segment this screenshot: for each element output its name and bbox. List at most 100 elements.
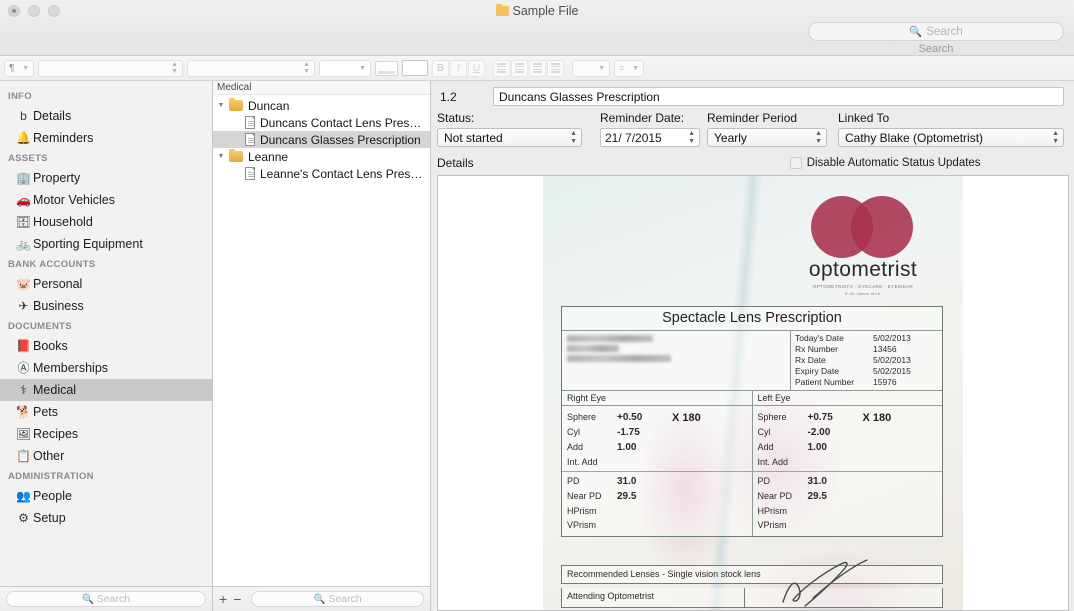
sidebar-item-reminders[interactable]: 🔔 Reminders bbox=[0, 127, 212, 149]
remove-item-button[interactable]: − bbox=[233, 592, 241, 606]
add-item-button[interactable]: + bbox=[219, 592, 227, 606]
logo-wordmark: optometrist bbox=[789, 258, 937, 282]
line-spacing-select[interactable]: ▼ bbox=[572, 60, 610, 77]
sidebar-item-label: Details bbox=[33, 109, 71, 123]
folder-icon bbox=[229, 151, 243, 162]
eye-measure-row: HPrism bbox=[758, 504, 943, 518]
reminder-period-select[interactable]: Yearly ▲ ▼ bbox=[707, 128, 827, 147]
stepper-icon: ▲ ▼ bbox=[688, 130, 695, 145]
right-eye-axis: X 180 bbox=[672, 412, 701, 424]
sidebar-item-other[interactable]: 📋 Other bbox=[0, 445, 212, 467]
sidebar-item-details[interactable]: ὜b Details bbox=[0, 105, 212, 127]
meta-key: Today's Date bbox=[795, 333, 873, 344]
reminder-period-label: Reminder Period bbox=[707, 111, 827, 125]
measure-key: Sphere bbox=[758, 410, 808, 424]
document-preview[interactable]: optometrist OPTOMETRISTS · EYECARE · EYE… bbox=[437, 175, 1069, 611]
sidebar-item-motor-vehicles[interactable]: 🚗 Motor Vehicles bbox=[0, 189, 212, 211]
eye-measure-row: Sphere +0.50 bbox=[567, 410, 752, 425]
sidebar-item-label: Personal bbox=[33, 277, 82, 291]
eye-table-divider bbox=[562, 471, 752, 472]
sidebar-item-personal[interactable]: 🐷 Personal bbox=[0, 273, 212, 295]
app-window: Sample File 🔍 Search Search ¶ ▼ ▲ ▼ ▲ ▼ ▼ bbox=[0, 0, 1074, 611]
text-color-swatch[interactable] bbox=[375, 61, 398, 76]
align-justify-button[interactable] bbox=[547, 60, 564, 77]
detail-panel: 1.2 Duncans Glasses Prescription Status:… bbox=[431, 81, 1074, 611]
document-icon bbox=[245, 167, 255, 180]
tree-file-row[interactable]: Leanne's Contact Lens Pres… bbox=[213, 165, 430, 182]
membership-card-icon: Ⓐ bbox=[14, 362, 33, 374]
sidebar-item-sporting-equipment[interactable]: 🚲 Sporting Equipment bbox=[0, 233, 212, 255]
measure-key: PD bbox=[567, 474, 617, 488]
sidebar-item-pets[interactable]: 🐕 Pets bbox=[0, 401, 212, 423]
prescription-title: Spectacle Lens Prescription bbox=[562, 307, 942, 331]
meta-key: Rx Date bbox=[795, 355, 873, 366]
sidebar-item-property[interactable]: 🏢 Property bbox=[0, 167, 212, 189]
measure-value: +0.50 bbox=[617, 411, 669, 425]
eye-measure-row: Near PD 29.5 bbox=[567, 489, 752, 504]
measure-key: Add bbox=[567, 440, 617, 454]
tree-search-placeholder: Search bbox=[328, 593, 361, 605]
sidebar-item-books[interactable]: 📕 Books bbox=[0, 335, 212, 357]
recipe-card-icon: 🖼 bbox=[14, 428, 33, 440]
document-icon: ὜b bbox=[14, 110, 33, 122]
disclosure-triangle-icon[interactable]: ▼ bbox=[213, 153, 229, 160]
disclosure-triangle-icon[interactable]: ▼ bbox=[213, 102, 229, 109]
sidebar-item-memberships[interactable]: Ⓐ Memberships bbox=[0, 357, 212, 379]
sidebar-group-header: ASSETS bbox=[0, 149, 212, 167]
tree-folder-row[interactable]: ▼ Duncan bbox=[213, 97, 430, 114]
reminder-date-input[interactable]: 21/ 7/2015 ▲ ▼ bbox=[600, 128, 700, 147]
measure-key: HPrism bbox=[567, 504, 617, 518]
search-placeholder: Search bbox=[926, 26, 962, 38]
linked-to-select[interactable]: Cathy Blake (Optometrist) ▲ ▼ bbox=[838, 128, 1064, 147]
search-input[interactable]: 🔍 Search bbox=[808, 22, 1064, 41]
underline-label: U bbox=[473, 63, 480, 74]
eye-measure-row: VPrism bbox=[567, 518, 752, 532]
sidebar-list: INFO ὜b Details 🔔 Reminders ASSETS 🏢 Property 🚗 M… bbox=[0, 81, 212, 586]
font-size-select[interactable]: ▼ bbox=[319, 60, 371, 77]
car-icon: 🚗 bbox=[14, 194, 33, 206]
version-label: 1.2 bbox=[437, 90, 493, 104]
bold-button[interactable]: B bbox=[432, 60, 449, 77]
align-center-button[interactable] bbox=[511, 60, 528, 77]
align-left-button[interactable] bbox=[493, 60, 510, 77]
sidebar-item-people[interactable]: 👥 People bbox=[0, 485, 212, 507]
prescription-meta-list: Today's Date 5/02/2013 Rx Number 13456 Rx Da… bbox=[790, 331, 942, 390]
left-eye-header: Left Eye bbox=[753, 391, 943, 406]
sidebar-search-input[interactable]: 🔍 Search bbox=[6, 591, 206, 607]
sidebar-item-household[interactable]: 🗄 Household bbox=[0, 211, 212, 233]
measure-value: 31.0 bbox=[617, 475, 669, 489]
sidebar-item-medical[interactable]: ⚕ Medical bbox=[0, 379, 212, 401]
sidebar-item-recipes[interactable]: 🖼 Recipes bbox=[0, 423, 212, 445]
search-icon: 🔍 bbox=[82, 594, 94, 605]
tree-file-row[interactable]: Duncans Contact Lens Pres… bbox=[213, 114, 430, 131]
status-select[interactable]: Not started ▲ ▼ bbox=[437, 128, 582, 147]
washing-machine-icon: 🗄 bbox=[14, 216, 33, 228]
font-style-select[interactable]: ▲ ▼ bbox=[187, 60, 315, 77]
font-family-select[interactable]: ▲ ▼ bbox=[38, 60, 183, 77]
briefcase-icon: ✈ bbox=[14, 300, 33, 312]
highlight-color-swatch[interactable] bbox=[402, 60, 428, 76]
underline-button[interactable]: U bbox=[468, 60, 485, 77]
disable-updates-checkbox[interactable] bbox=[790, 157, 802, 169]
eye-measure-row: Int. Add bbox=[567, 455, 752, 469]
clipboard-icon: 📋 bbox=[14, 450, 33, 462]
prescription-meta-row-item: Patient Number 15976 bbox=[795, 377, 938, 388]
prescription-meta-row: Today's Date 5/02/2013 Rx Number 13456 Rx Da… bbox=[562, 331, 942, 391]
sidebar-item-business[interactable]: ✈ Business bbox=[0, 295, 212, 317]
stepper-icon: ▲ ▼ bbox=[1052, 130, 1059, 145]
italic-button[interactable]: I bbox=[450, 60, 467, 77]
tree-file-row[interactable]: Duncans Glasses Prescription bbox=[213, 131, 430, 148]
disable-updates-group[interactable]: Disable Automatic Status Updates bbox=[790, 157, 981, 169]
tree-search-input[interactable]: 🔍 Search bbox=[251, 591, 424, 607]
sidebar-item-setup[interactable]: ⚙ Setup bbox=[0, 507, 212, 529]
details-label: Details bbox=[437, 156, 474, 170]
bell-icon: 🔔 bbox=[14, 132, 33, 144]
align-right-button[interactable] bbox=[529, 60, 546, 77]
record-title-input[interactable]: Duncans Glasses Prescription bbox=[493, 87, 1064, 106]
paragraph-style-popup[interactable]: ¶ ▼ bbox=[4, 60, 34, 77]
tree-folder-row[interactable]: ▼ Leanne bbox=[213, 148, 430, 165]
eye-measure-row: HPrism bbox=[567, 504, 752, 518]
list-style-popup[interactable]: ≡ ▼ bbox=[614, 60, 644, 77]
chevron-down-icon: ▼ bbox=[632, 65, 639, 72]
logo-circles-icon bbox=[789, 192, 937, 260]
